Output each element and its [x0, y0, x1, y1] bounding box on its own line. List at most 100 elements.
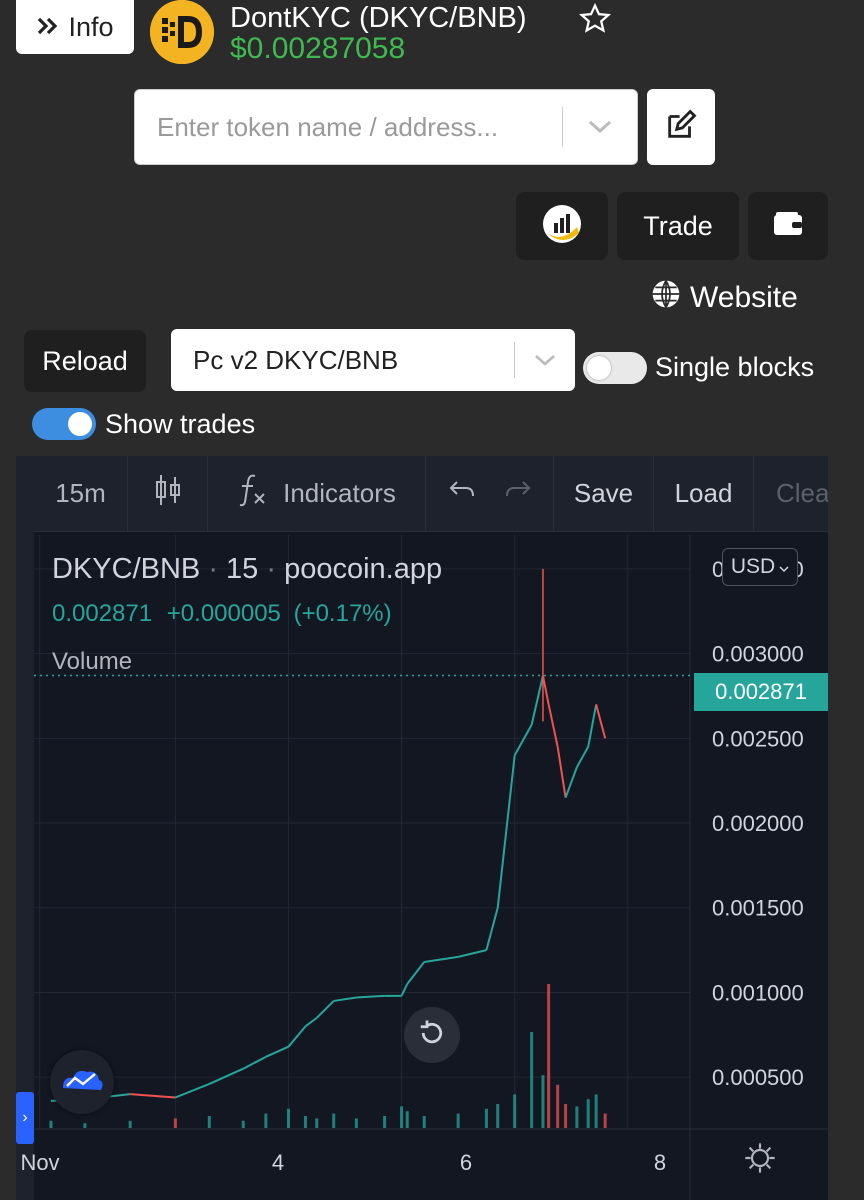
search-input[interactable]: Enter token name / address...	[135, 112, 562, 143]
y-tick-label: 0.000500	[712, 1065, 804, 1090]
globe-icon	[650, 278, 682, 318]
legend-change-pct: (+0.17%)	[293, 600, 392, 627]
legend-change: +0.000005	[166, 600, 281, 627]
chart-settings-gear-icon[interactable]	[744, 1142, 776, 1179]
y-tick-label: 0.001500	[712, 896, 804, 921]
edit-button[interactable]	[647, 89, 715, 165]
candlestick-icon	[153, 473, 183, 514]
price-line-segment	[208, 1067, 244, 1085]
volume-bar	[303, 1116, 307, 1128]
single-blocks-toggle[interactable]	[583, 352, 647, 384]
volume-label: Volume	[52, 648, 133, 675]
price-line-segment	[485, 907, 499, 951]
edit-icon	[664, 108, 698, 147]
candle-style-button[interactable]	[128, 456, 208, 532]
volume-bar	[456, 1113, 460, 1128]
volume-bar	[354, 1118, 358, 1128]
chart-app-button[interactable]	[516, 192, 608, 260]
price-line-segment	[556, 746, 567, 798]
pair-select[interactable]: Pc v2 DKYC/BNB	[171, 329, 575, 391]
favorite-star-icon[interactable]	[578, 2, 612, 41]
price-line-segment	[530, 675, 544, 725]
info-button[interactable]: Info	[16, 0, 134, 54]
chevron-down-icon[interactable]	[563, 119, 637, 135]
rotate-ccw-icon	[417, 1018, 447, 1053]
y-tick-label: 0.001000	[712, 980, 804, 1005]
price-line-segment	[513, 724, 533, 756]
volume-bar	[173, 1118, 177, 1128]
trade-button[interactable]: Trade	[617, 192, 739, 260]
reset-chart-button[interactable]	[404, 1007, 460, 1063]
volume-bar	[264, 1113, 268, 1128]
save-button[interactable]: Save	[554, 456, 654, 532]
single-blocks-label: Single blocks	[655, 352, 815, 382]
website-label: Website	[690, 281, 798, 314]
volume-bar	[405, 1111, 409, 1128]
undo-icon[interactable]	[448, 478, 476, 509]
price-line-segment	[424, 955, 459, 963]
load-button[interactable]: Load	[654, 456, 754, 532]
price-line-segment	[587, 704, 598, 747]
volume-bar	[400, 1106, 404, 1128]
currency-label: USD	[730, 555, 776, 578]
volume-bar	[422, 1116, 426, 1128]
tradingview-logo[interactable]	[50, 1050, 114, 1114]
website-link[interactable]: Website	[650, 278, 798, 318]
double-chevron-right-icon	[36, 12, 62, 43]
volume-bar	[547, 984, 551, 1128]
price-line-segment	[265, 1045, 289, 1058]
volume-bar	[315, 1118, 319, 1128]
volume-bar	[49, 1120, 53, 1128]
y-tick-label: 0.002500	[712, 726, 804, 751]
reload-button[interactable]: Reload	[24, 330, 146, 392]
volume-bar	[586, 1099, 590, 1128]
toggle-knob	[68, 412, 92, 436]
wallet-icon	[773, 211, 803, 242]
price-line-segment	[564, 766, 578, 798]
price-line-segment	[541, 675, 550, 705]
y-tick-label: 0.002000	[712, 811, 804, 836]
indicators-button[interactable]: Indicators	[208, 456, 426, 532]
volume-bar	[83, 1123, 87, 1128]
legend-source: poocoin.app	[284, 553, 443, 585]
show-trades-toggle[interactable]	[32, 408, 96, 440]
show-trades-label: Show trades	[105, 409, 256, 439]
chevron-right-icon: ›	[22, 1109, 28, 1126]
info-label: Info	[68, 11, 114, 42]
token-logo	[150, 0, 214, 64]
volume-bar	[541, 1075, 545, 1128]
clear-button[interactable]: Clea	[754, 456, 828, 532]
drawing-toolbar-strip	[16, 456, 34, 1200]
chart-logo-icon	[541, 203, 583, 250]
price-line-segment	[400, 983, 409, 997]
function-icon	[237, 472, 269, 515]
x-tick-label: 8	[654, 1150, 666, 1175]
volume-bar	[530, 1032, 534, 1128]
token-search-select[interactable]: Enter token name / address...	[134, 89, 638, 165]
wallet-button[interactable]	[748, 192, 828, 260]
volume-bar	[286, 1108, 290, 1128]
pair-selected-value: Pc v2 DKYC/BNB	[193, 344, 399, 375]
price-line-segment	[130, 1093, 176, 1099]
volume-bar	[496, 1104, 500, 1128]
volume-bar	[484, 1108, 488, 1128]
toggle-knob	[587, 356, 611, 380]
price-line-segment	[287, 1025, 307, 1048]
volume-bar	[594, 1094, 598, 1128]
volume-bar	[207, 1116, 211, 1128]
x-tick-label: 4	[272, 1150, 284, 1175]
undo-redo-group	[426, 456, 554, 532]
price-line-segment	[576, 746, 590, 768]
price-line-segment	[457, 949, 487, 958]
side-panel-toggle[interactable]: ›	[16, 1092, 34, 1144]
price-line-segment	[316, 1000, 335, 1019]
y-tick-label: 0.003000	[712, 642, 804, 667]
redo-icon[interactable]	[504, 478, 532, 509]
interval-button[interactable]: 15m	[34, 456, 128, 532]
price-line-segment	[356, 994, 385, 999]
token-title: DontKYC (DKYC/BNB)	[230, 2, 527, 34]
chevron-down-icon	[779, 555, 789, 579]
volume-bar	[128, 1120, 132, 1128]
chevron-down-icon[interactable]	[515, 353, 575, 367]
currency-select[interactable]: USD	[722, 548, 798, 586]
